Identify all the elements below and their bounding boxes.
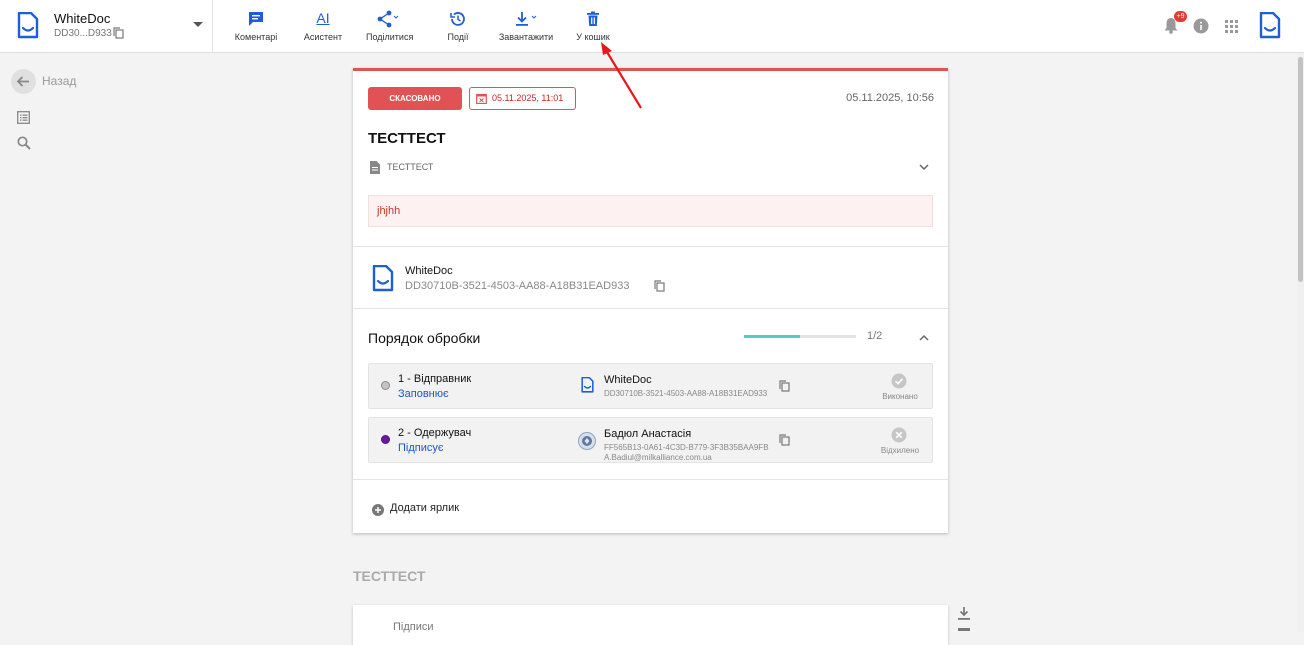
route-progress-bar (744, 335, 856, 338)
check-circle-icon (891, 373, 907, 389)
calendar-cancel-icon (476, 93, 487, 104)
app-name: WhiteDoc (54, 11, 111, 26)
step-status-dot (381, 381, 390, 390)
ai-icon: AI (316, 10, 330, 26)
chevron-down-icon[interactable] (919, 163, 929, 171)
divider (353, 308, 948, 309)
cancel-reason: jhjhh (368, 195, 933, 227)
info-icon[interactable] (1193, 18, 1209, 34)
step-status-dot (381, 435, 390, 444)
route-step: 1 - Відправник Заповнює WhiteDoc DD30710… (368, 363, 933, 409)
trash-button[interactable]: У кошик (576, 10, 610, 46)
step-status-label: Відхилено (880, 446, 920, 455)
section-title: ТЕСТТЕСТ (353, 568, 426, 584)
comments-label: Коментарі (234, 32, 278, 42)
sender-org-id: DD30710B-3521-4503-AA88-A18B31EAD933 (405, 280, 630, 292)
share-label: Поділитися (366, 32, 414, 42)
route-progress-count: 1/2 (867, 330, 883, 342)
add-circle-icon[interactable] (372, 504, 384, 516)
whitedoc-logo-icon (17, 12, 39, 39)
download-icon[interactable] (957, 606, 971, 621)
whitedoc-logo-icon (581, 377, 594, 393)
deadline-badge: 05.11.2025, 11:01 (469, 87, 576, 110)
back-label[interactable]: Назад (42, 74, 76, 88)
trash-label: У кошик (576, 32, 610, 42)
document-icon (370, 161, 380, 174)
chevron-up-icon[interactable] (919, 334, 929, 342)
company-emblem-icon (578, 432, 596, 450)
document-card: СКАСОВАНО 05.11.2025, 11:01 05.11.2025, … (353, 68, 948, 533)
status-badge: СКАСОВАНО (368, 87, 462, 110)
share-icon (377, 10, 399, 28)
download-button[interactable]: Завантажити (498, 10, 554, 46)
comments-button[interactable]: Коментарі (234, 10, 278, 46)
step-action: Заповнює (398, 388, 449, 400)
cancel-circle-icon (891, 427, 907, 443)
route-progress-fill (744, 335, 800, 338)
route-step: 2 - Одержувач Підписує Бадюл Анастасія F… (368, 417, 933, 463)
step-participant-id: FF565B13-0A61-4C3D-B779-3F3B35BAA9FB (604, 443, 769, 452)
step-participant-id: DD30710B-3521-4503-AA88-A18B31EAD933 (604, 389, 768, 398)
signatures-label: Підписи (393, 621, 434, 633)
assistant-label: Асистент (303, 32, 343, 42)
add-label-button[interactable]: Додати ярлик (390, 502, 459, 514)
copy-icon[interactable] (654, 280, 665, 292)
whitedoc-logo-icon (372, 265, 394, 292)
chevron-down-icon[interactable] (193, 22, 203, 27)
step-participant-email: A.Badiul@milkalliance.com.ua (604, 453, 712, 462)
download-icon (516, 12, 537, 26)
assistant-button[interactable]: AI Асистент (303, 10, 343, 46)
events-label: Події (447, 32, 469, 42)
history-icon (450, 12, 465, 26)
arrow-left-icon (16, 76, 29, 87)
step-role: 1 - Відправник (398, 373, 472, 385)
back-button[interactable] (11, 69, 36, 94)
scrollbar[interactable] (1297, 53, 1304, 632)
list-icon[interactable] (17, 111, 30, 124)
document-selector[interactable]: WhiteDoc DD30...D933 (0, 0, 213, 53)
trash-icon (587, 11, 599, 26)
step-role: 2 - Одержувач (398, 427, 472, 439)
step-action: Підписує (398, 442, 444, 454)
step-status-label: Виконано (882, 392, 918, 401)
route-title: Порядок обробки (368, 330, 481, 346)
download-label: Завантажити (498, 32, 554, 42)
whitedoc-logo-icon[interactable] (1259, 12, 1281, 39)
copy-icon[interactable] (113, 27, 124, 39)
sender-org-name: WhiteDoc (405, 265, 453, 277)
document-type: ТЕСТТЕСТ (387, 162, 434, 172)
created-date: 05.11.2025, 10:56 (846, 92, 934, 104)
document-id-short: DD30...D933 (54, 28, 112, 39)
step-participant-name: WhiteDoc (604, 374, 652, 386)
scrollbar-thumb[interactable] (1298, 57, 1303, 282)
toolbar-icon[interactable] (958, 628, 970, 631)
events-button[interactable]: Події (446, 10, 470, 46)
signatures-card: Підписи (353, 605, 948, 645)
share-button[interactable]: Поділитися (366, 10, 414, 46)
deadline-text: 05.11.2025, 11:01 (492, 93, 564, 103)
divider (353, 479, 948, 480)
notification-badge: +9 (1174, 11, 1187, 22)
comment-icon (249, 12, 263, 26)
step-participant-name: Бадюл Анастасія (604, 428, 692, 440)
top-bar: WhiteDoc DD30...D933 Коментарі AI Асисте… (0, 0, 1304, 53)
copy-icon[interactable] (779, 434, 790, 446)
document-title: ТЕСТТЕСТ (368, 130, 446, 147)
apps-grid-icon[interactable] (1225, 20, 1238, 33)
search-icon[interactable] (17, 136, 31, 150)
copy-icon[interactable] (779, 380, 790, 392)
divider (353, 246, 948, 247)
